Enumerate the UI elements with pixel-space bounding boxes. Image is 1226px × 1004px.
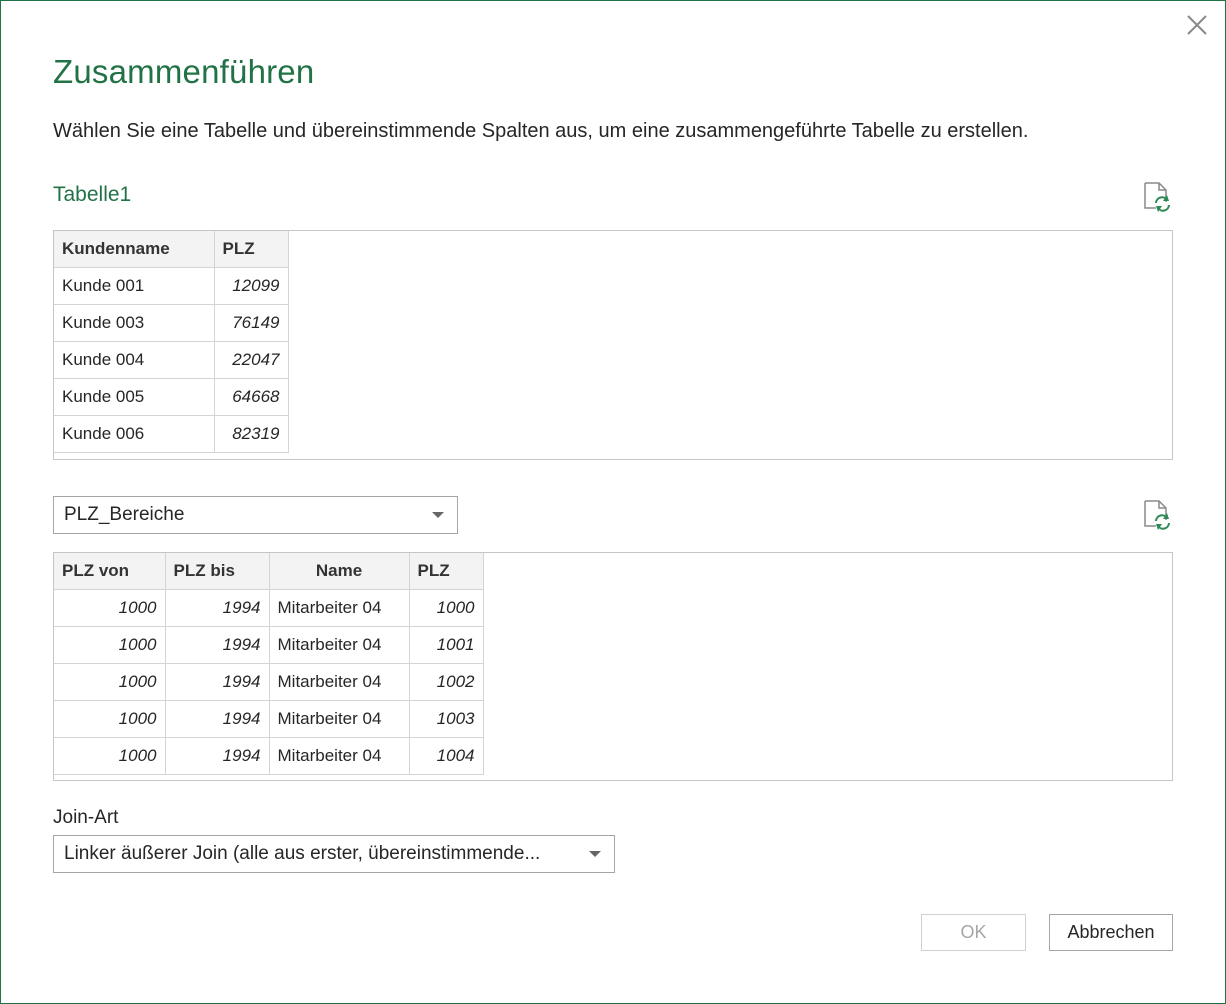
table-cell[interactable]: 1001 [409, 626, 484, 664]
table-cell[interactable]: 1000 [409, 589, 484, 627]
table-cell: Mitarbeiter 04 [269, 626, 410, 664]
column-header-plz-bis[interactable]: PLZ bis [165, 553, 270, 590]
join-kind-selected-value: Linker äußerer Join (alle aus erster, üb… [64, 843, 541, 864]
table-cell: 1000 [54, 589, 166, 627]
column-header-plz[interactable]: PLZ [409, 553, 484, 590]
second-table-grid: PLZ von PLZ bis Name PLZ 1000 1994 Mitar… [54, 553, 484, 775]
column-header-plz[interactable]: PLZ [214, 231, 289, 268]
table-cell: 1000 [54, 663, 166, 701]
cancel-button[interactable]: Abbrechen [1049, 914, 1173, 951]
ok-button[interactable]: OK [921, 914, 1026, 951]
table-cell: 1994 [165, 626, 270, 664]
dialog-description: Wählen Sie eine Tabelle und übereinstimm… [53, 120, 1029, 142]
table-cell: Mitarbeiter 04 [269, 589, 410, 627]
refresh-preview-icon[interactable] [1142, 499, 1172, 531]
chevron-down-icon [589, 851, 601, 857]
table-cell: 1000 [54, 700, 166, 738]
table-cell: Kunde 006 [54, 415, 215, 453]
table-row: Kunde 006 82319 [54, 415, 289, 453]
first-table-preview: Kundenname PLZ Kunde 001 12099 Kunde 003… [53, 230, 1173, 460]
dialog-title: Zusammenführen [53, 53, 315, 90]
table-cell[interactable]: 1004 [409, 737, 484, 775]
table-cell: 1994 [165, 663, 270, 701]
table-row: Kunde 004 22047 [54, 341, 289, 379]
table-row: 1000 1994 Mitarbeiter 04 1002 [54, 663, 484, 701]
second-table-preview: PLZ von PLZ bis Name PLZ 1000 1994 Mitar… [53, 552, 1173, 781]
second-table-selected-value: PLZ_Bereiche [64, 504, 185, 525]
column-header-kundenname[interactable]: Kundenname [54, 231, 215, 268]
table-cell: Kunde 003 [54, 304, 215, 342]
table-cell[interactable]: 22047 [214, 341, 289, 379]
first-table-name: Tabelle1 [53, 183, 132, 206]
refresh-preview-icon[interactable] [1142, 181, 1172, 213]
table-row: 1000 1994 Mitarbeiter 04 1000 [54, 589, 484, 627]
table-cell: Mitarbeiter 04 [269, 700, 410, 738]
table-cell[interactable]: 64668 [214, 378, 289, 416]
table-row: 1000 1994 Mitarbeiter 04 1003 [54, 700, 484, 738]
table-cell: 1994 [165, 737, 270, 775]
first-table-grid: Kundenname PLZ Kunde 001 12099 Kunde 003… [54, 231, 289, 453]
join-kind-select[interactable]: Linker äußerer Join (alle aus erster, üb… [53, 835, 615, 873]
join-kind-label: Join-Art [53, 807, 119, 828]
table-cell: Kunde 004 [54, 341, 215, 379]
table-cell: 1000 [54, 626, 166, 664]
table-row: Kunde 001 12099 [54, 267, 289, 305]
chevron-down-icon [432, 512, 444, 518]
table-row: 1000 1994 Mitarbeiter 04 1004 [54, 737, 484, 775]
table-cell[interactable]: 76149 [214, 304, 289, 342]
close-icon[interactable] [1181, 9, 1213, 41]
table-cell: Kunde 001 [54, 267, 215, 305]
table-cell[interactable]: 1002 [409, 663, 484, 701]
table-cell: Kunde 005 [54, 378, 215, 416]
table-row: Kunde 005 64668 [54, 378, 289, 416]
table-row: Kunde 003 76149 [54, 304, 289, 342]
table-row: 1000 1994 Mitarbeiter 04 1001 [54, 626, 484, 664]
table-cell[interactable]: 12099 [214, 267, 289, 305]
table-cell: 1994 [165, 589, 270, 627]
table-cell: Mitarbeiter 04 [269, 663, 410, 701]
table-cell: 1994 [165, 700, 270, 738]
column-header-plz-von[interactable]: PLZ von [54, 553, 166, 590]
merge-dialog: Zusammenführen Wählen Sie eine Tabelle u… [0, 0, 1226, 1004]
table-cell[interactable]: 82319 [214, 415, 289, 453]
table-cell: Mitarbeiter 04 [269, 737, 410, 775]
table-cell[interactable]: 1003 [409, 700, 484, 738]
second-table-select[interactable]: PLZ_Bereiche [53, 496, 458, 534]
table-cell: 1000 [54, 737, 166, 775]
column-header-name[interactable]: Name [269, 553, 410, 590]
